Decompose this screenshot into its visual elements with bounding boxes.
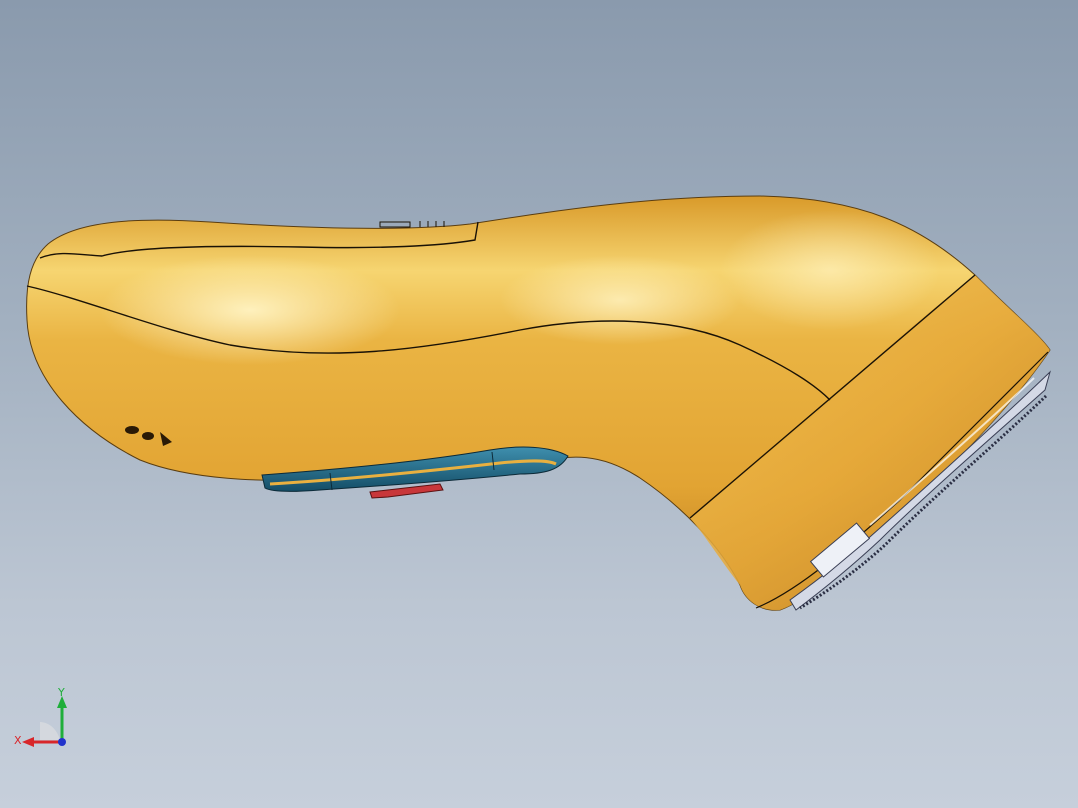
triad-plane xyxy=(40,722,60,740)
y-axis-label: Y xyxy=(57,686,65,699)
neck-highlight xyxy=(720,210,940,330)
z-axis-dot xyxy=(58,738,66,746)
x-axis-label: X xyxy=(14,734,22,747)
graphics-viewport[interactable]: Y X xyxy=(0,0,1078,808)
vent-slots xyxy=(379,221,445,228)
axis-triad: Y X xyxy=(14,686,67,747)
shaver-model[interactable] xyxy=(0,0,1078,808)
